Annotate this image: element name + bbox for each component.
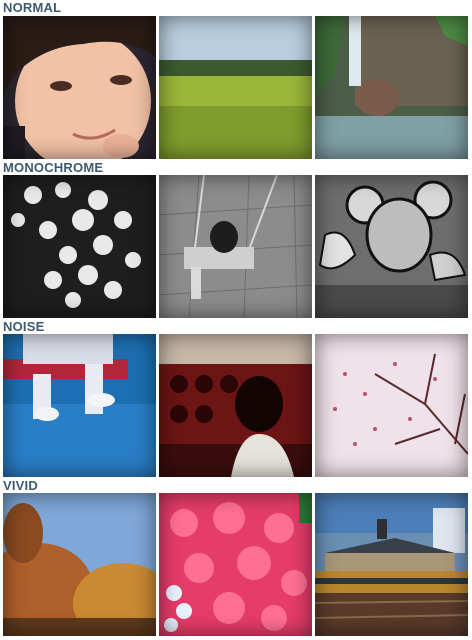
section-label-monochrome: MONOCHROME bbox=[3, 160, 104, 175]
photo-flower-field bbox=[159, 16, 312, 159]
photo-pink-flowers bbox=[159, 493, 312, 636]
photo-child-face bbox=[3, 16, 156, 159]
photo-graffiti-wall bbox=[315, 175, 468, 318]
photo-waterfall bbox=[315, 16, 468, 159]
section-label-noise: NOISE bbox=[3, 319, 45, 334]
photo-white-blossoms bbox=[3, 175, 156, 318]
photo-kitchen-person bbox=[159, 334, 312, 477]
section-label-normal: NORMAL bbox=[3, 0, 62, 15]
photo-autumn-trees bbox=[3, 493, 156, 636]
photo-swing-feet-blue bbox=[3, 334, 156, 477]
photo-train-station bbox=[315, 493, 468, 636]
section-label-vivid: VIVID bbox=[3, 478, 38, 493]
photo-child-on-swing bbox=[159, 175, 312, 318]
photo-branches-pink-sky bbox=[315, 334, 468, 477]
